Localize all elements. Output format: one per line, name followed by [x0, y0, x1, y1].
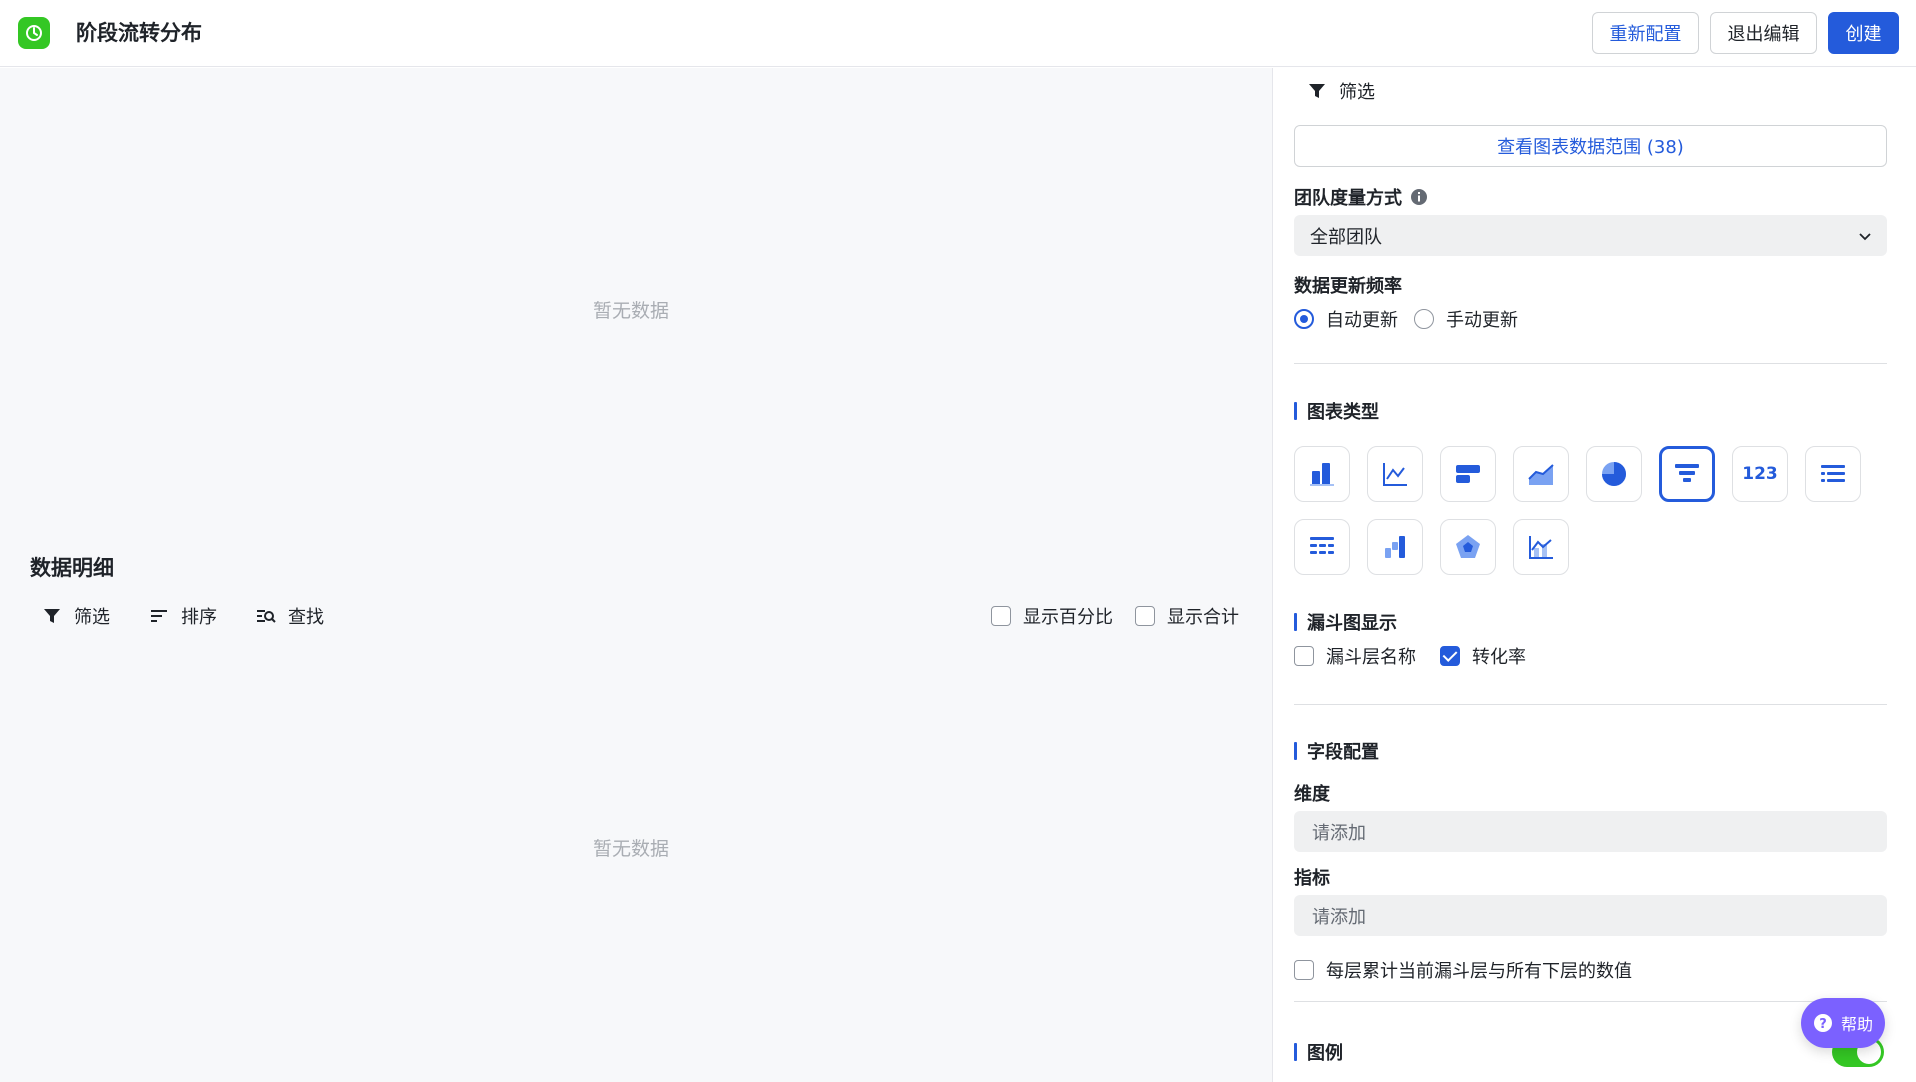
- top-bar: 阶段流转分布 重新配置 退出编辑 创建: [0, 0, 1916, 67]
- dimension-label: 维度: [1294, 784, 1330, 805]
- panel-filter-header[interactable]: 筛选: [1307, 78, 1375, 104]
- config-panel: 筛选 查看图表数据范围 (38) 团队度量方式 全部团队 数据更新频率 自动更新…: [1272, 68, 1916, 1082]
- bar-chart-icon[interactable]: [1440, 446, 1496, 502]
- exit-edit-button[interactable]: 退出编辑: [1710, 12, 1817, 54]
- section-marker: [1294, 742, 1297, 760]
- detail-filter-label: 筛选: [74, 607, 110, 628]
- section-marker: [1294, 613, 1297, 631]
- sort-icon: [151, 610, 167, 622]
- radar-chart-icon[interactable]: [1440, 519, 1496, 575]
- help-label: 帮助: [1840, 1015, 1873, 1034]
- filter-icon: [1309, 84, 1325, 98]
- show-total-checkbox[interactable]: 显示合计: [1135, 603, 1239, 629]
- manual-update-radio-dot[interactable]: [1414, 309, 1434, 329]
- app-logo-icon: [18, 17, 50, 49]
- team-measure-label: 团队度量方式: [1294, 188, 1402, 209]
- funnel-chart-icon[interactable]: [1659, 446, 1715, 502]
- layer-name-label: 漏斗层名称: [1326, 647, 1416, 668]
- chart-empty-text: 暂无数据: [593, 300, 670, 322]
- data-detail-title: 数据明细: [30, 556, 114, 580]
- column-chart-icon[interactable]: [1294, 446, 1350, 502]
- detail-sort-button[interactable]: 排序: [149, 603, 217, 629]
- field-config-title: 字段配置: [1294, 738, 1379, 764]
- conversion-rate-checkbox[interactable]: 转化率: [1440, 643, 1526, 669]
- team-measure-select[interactable]: 全部团队: [1294, 215, 1887, 256]
- show-percent-box[interactable]: [991, 606, 1011, 626]
- view-data-range-button[interactable]: 查看图表数据范围 (38): [1294, 125, 1887, 167]
- combo-chart-icon[interactable]: [1513, 519, 1569, 575]
- create-button[interactable]: 创建: [1828, 12, 1899, 54]
- legend-label: 图例: [1307, 1043, 1343, 1064]
- find-icon: [257, 610, 276, 623]
- layer-name-box[interactable]: [1294, 646, 1314, 666]
- pie-chart-icon[interactable]: [1586, 446, 1642, 502]
- chart-preview-area: 暂无数据 数据明细 筛选 排序 查找 显示百分比 显示合计 暂无数据: [0, 68, 1272, 1082]
- auto-update-label: 自动更新: [1326, 310, 1398, 331]
- table-empty-text: 暂无数据: [593, 838, 670, 860]
- help-button[interactable]: ? 帮助: [1801, 998, 1885, 1048]
- detail-find-label: 查找: [288, 607, 324, 628]
- team-measure-label-row: 团队度量方式: [1294, 184, 1428, 210]
- manual-update-label: 手动更新: [1446, 310, 1518, 331]
- line-chart-icon[interactable]: [1367, 446, 1423, 502]
- auto-update-radio-dot[interactable]: [1294, 309, 1314, 329]
- divider: [1294, 363, 1887, 364]
- conversion-rate-box[interactable]: [1440, 646, 1460, 666]
- waterfall-chart-icon[interactable]: [1367, 519, 1423, 575]
- metric-label: 指标: [1294, 868, 1330, 889]
- funnel-display-label: 漏斗图显示: [1307, 613, 1397, 634]
- show-total-label: 显示合计: [1167, 607, 1239, 628]
- update-freq-label: 数据更新频率: [1294, 276, 1402, 297]
- detail-find-button[interactable]: 查找: [256, 603, 324, 629]
- manual-update-radio[interactable]: 手动更新: [1414, 306, 1518, 332]
- panel-filter-label: 筛选: [1339, 82, 1375, 103]
- detail-sort-label: 排序: [181, 607, 217, 628]
- divider: [1294, 1001, 1887, 1002]
- info-icon[interactable]: [1410, 188, 1428, 206]
- detail-filter-button[interactable]: 筛选: [42, 603, 110, 629]
- page-title: 阶段流转分布: [76, 21, 202, 45]
- metric-add-field[interactable]: 请添加: [1294, 895, 1887, 936]
- chart-type-title: 图表类型: [1294, 398, 1379, 424]
- section-marker: [1294, 402, 1297, 420]
- chevron-down-icon: [1859, 233, 1871, 241]
- show-percent-label: 显示百分比: [1023, 607, 1113, 628]
- section-marker: [1294, 1043, 1297, 1061]
- auto-update-radio[interactable]: 自动更新: [1294, 306, 1398, 332]
- field-config-label: 字段配置: [1307, 742, 1379, 763]
- cumulative-checkbox[interactable]: 每层累计当前漏斗层与所有下层的数值: [1294, 957, 1632, 983]
- cumulative-label: 每层累计当前漏斗层与所有下层的数值: [1326, 961, 1632, 982]
- question-icon: ?: [1813, 1014, 1832, 1032]
- show-percent-checkbox[interactable]: 显示百分比: [991, 603, 1113, 629]
- list-icon[interactable]: [1805, 446, 1861, 502]
- divider: [1294, 704, 1887, 705]
- team-measure-value: 全部团队: [1310, 226, 1382, 248]
- number-card-icon[interactable]: 123: [1732, 446, 1788, 502]
- pivot-table-icon[interactable]: [1294, 519, 1350, 575]
- funnel-display-title: 漏斗图显示: [1294, 609, 1397, 635]
- chart-type-label: 图表类型: [1307, 402, 1379, 423]
- legend-title: 图例: [1294, 1039, 1343, 1065]
- filter-icon: [44, 609, 60, 623]
- show-total-box[interactable]: [1135, 606, 1155, 626]
- conversion-rate-label: 转化率: [1472, 647, 1526, 668]
- dimension-add-field[interactable]: 请添加: [1294, 811, 1887, 852]
- layer-name-checkbox[interactable]: 漏斗层名称: [1294, 643, 1416, 669]
- area-chart-icon[interactable]: [1513, 446, 1569, 502]
- cumulative-box[interactable]: [1294, 960, 1314, 980]
- svg-text:?: ?: [1819, 1017, 1827, 1032]
- reconfigure-button[interactable]: 重新配置: [1592, 12, 1699, 54]
